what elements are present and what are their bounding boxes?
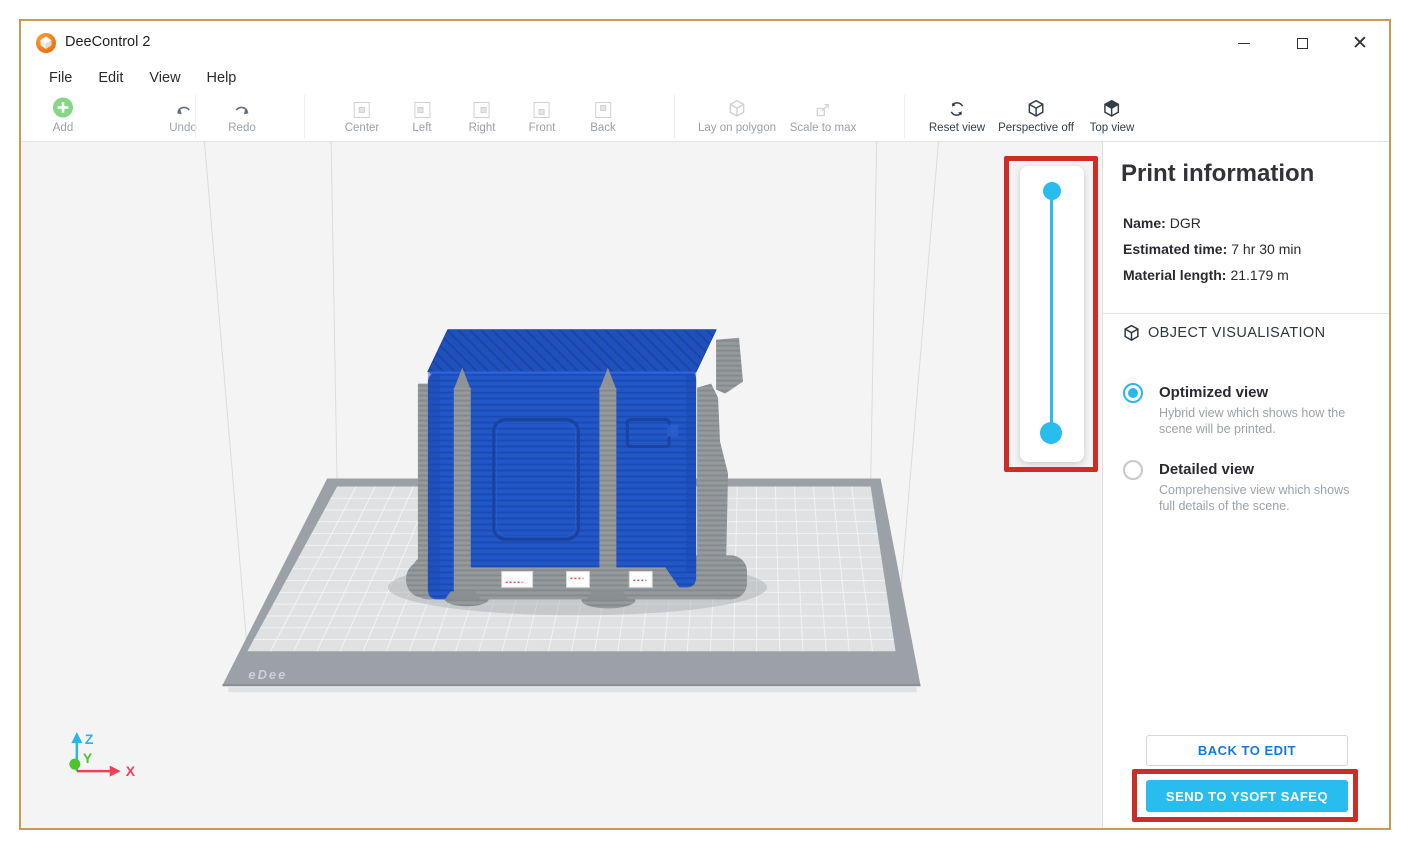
undo-icon <box>174 96 192 118</box>
toolbar: Add Undo Redo Center Left Right Front <box>21 91 1389 142</box>
perspective-cube-icon <box>1027 96 1045 118</box>
optimized-view-label[interactable]: Optimized view <box>1159 384 1268 401</box>
front-view-button: Front <box>529 96 556 134</box>
panel-divider <box>1103 313 1389 314</box>
app-logo-icon <box>35 32 57 54</box>
x-axis-label: X <box>126 763 136 779</box>
print-name-field: Name:DGR <box>1123 215 1201 231</box>
right-view-button: Right <box>469 96 496 134</box>
close-icon: ✕ <box>1352 34 1368 53</box>
center-view-icon <box>354 96 370 118</box>
toolbar-separator <box>904 95 905 138</box>
lay-on-polygon-button: Lay on polygon <box>698 96 776 134</box>
optimized-view-description: Hybrid view which shows how the scene wi… <box>1159 406 1345 437</box>
menu-view[interactable]: View <box>149 70 180 86</box>
left-view-icon <box>414 96 430 118</box>
menu-bar: File Edit View Help <box>21 65 1389 91</box>
slider-track <box>1050 191 1053 433</box>
reset-view-icon <box>948 96 966 118</box>
scale-to-max-icon <box>814 96 831 118</box>
maximize-button[interactable] <box>1273 21 1331 65</box>
slider-handle-top[interactable] <box>1043 182 1061 200</box>
title-bar: DeeControl 2 ✕ <box>21 21 1389 65</box>
minimize-button[interactable] <box>1215 21 1273 65</box>
undo-button[interactable]: Undo <box>169 96 197 134</box>
menu-help[interactable]: Help <box>207 70 237 86</box>
front-view-icon <box>534 96 550 118</box>
model-object[interactable] <box>428 330 716 600</box>
layer-range-slider[interactable] <box>1020 166 1084 462</box>
scale-to-max-button: Scale to max <box>790 96 856 134</box>
lay-on-polygon-icon <box>728 96 746 118</box>
raft-openings <box>502 571 653 587</box>
left-view-button: Left <box>412 96 431 134</box>
optimized-view-radio[interactable] <box>1123 383 1143 403</box>
optimized-view-option[interactable] <box>1123 383 1143 403</box>
cube-icon <box>1123 324 1140 342</box>
panel-title: Print information <box>1121 160 1314 188</box>
print-info-panel: Print information Name:DGR Estimated tim… <box>1102 142 1389 828</box>
menu-file[interactable]: File <box>49 70 72 86</box>
detailed-view-label[interactable]: Detailed view <box>1159 461 1254 478</box>
axis-gizmo: Z X Y <box>69 731 135 779</box>
viewport-3d[interactable]: eDee <box>21 142 1102 828</box>
reset-view-button[interactable]: Reset view <box>929 96 985 134</box>
y-axis-label: Y <box>83 750 93 766</box>
perspective-toggle-button[interactable]: Perspective off <box>998 96 1074 134</box>
back-view-button: Back <box>590 96 616 134</box>
estimated-time-field: Estimated time:7 hr 30 min <box>1123 241 1301 257</box>
center-view-button: Center <box>345 96 380 134</box>
menu-edit[interactable]: Edit <box>98 70 123 86</box>
add-icon <box>53 96 74 118</box>
back-to-edit-button[interactable]: BACK TO EDIT <box>1146 735 1348 766</box>
bed-brand-label: eDee <box>248 667 287 682</box>
slider-handle-bottom[interactable] <box>1040 422 1062 444</box>
minimize-icon <box>1238 43 1250 44</box>
toolbar-separator <box>195 95 196 138</box>
detailed-view-radio[interactable] <box>1123 460 1143 480</box>
top-view-button[interactable]: Top view <box>1090 96 1135 134</box>
top-view-icon <box>1103 96 1121 118</box>
window-title: DeeControl 2 <box>65 34 150 50</box>
object-visualisation-header: OBJECT VISUALISATION <box>1123 324 1325 342</box>
material-length-field: Material length:21.179 m <box>1123 267 1289 283</box>
toolbar-separator <box>674 95 675 138</box>
close-button[interactable]: ✕ <box>1331 21 1389 65</box>
y-axis-dot-icon <box>69 759 80 770</box>
z-axis-label: Z <box>85 731 94 747</box>
x-axis-arrow-icon <box>110 766 121 777</box>
detailed-view-option[interactable] <box>1123 460 1143 480</box>
back-view-icon <box>595 96 611 118</box>
z-axis-arrow-icon <box>71 732 82 743</box>
detailed-view-description: Comprehensive view which shows full deta… <box>1159 483 1349 514</box>
toolbar-separator <box>304 95 305 138</box>
scene-canvas: eDee <box>21 142 1102 828</box>
app-window: DeeControl 2 ✕ File Edit View Help Add U… <box>19 19 1391 830</box>
maximize-icon <box>1297 38 1308 49</box>
add-button[interactable]: Add <box>53 96 74 134</box>
send-to-ysoft-safeq-button[interactable]: SEND TO YSOFT SAFEQ <box>1146 780 1348 812</box>
right-view-icon <box>474 96 490 118</box>
redo-button[interactable]: Redo <box>228 96 256 134</box>
redo-icon <box>233 96 251 118</box>
